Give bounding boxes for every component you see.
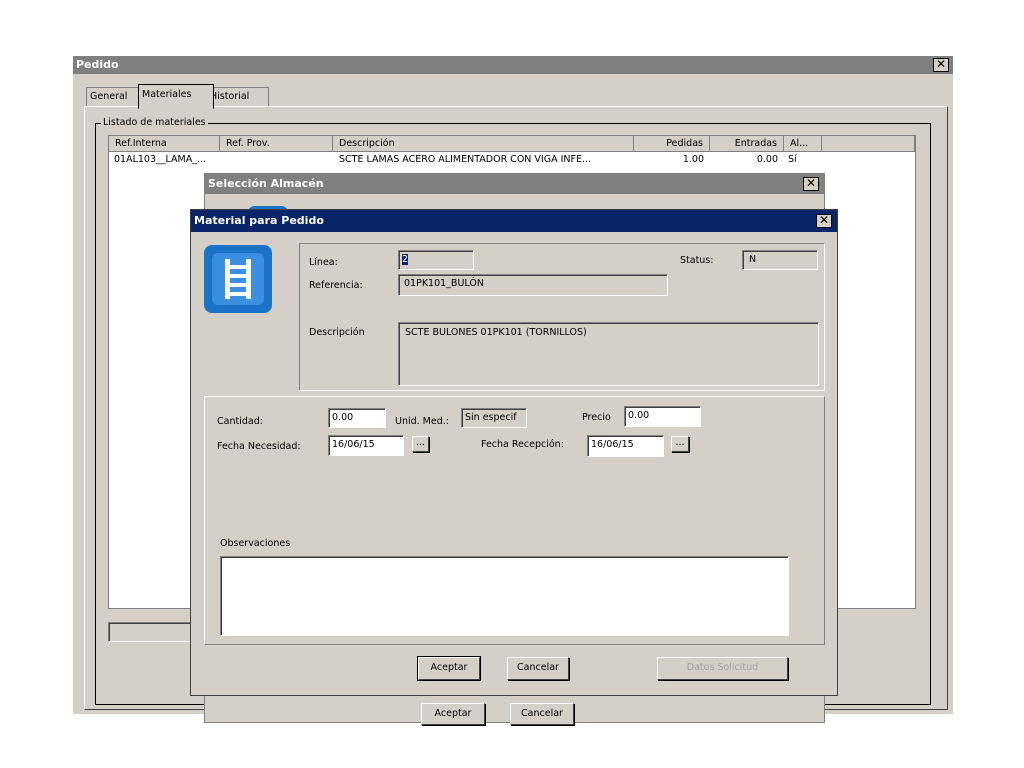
ladder-icon [204, 245, 272, 313]
material-dialog-close-button[interactable]: ✕ [816, 214, 832, 228]
material-dialog-title: Material para Pedido [194, 214, 324, 227]
linea-label: Línea: [309, 257, 338, 268]
table-row[interactable]: 01AL103__LAMA_... SCTE LAMAS ACERO ALIME… [109, 153, 915, 167]
precio-input[interactable]: 0.00 [624, 406, 701, 427]
seleccion-cancelar-button[interactable]: Cancelar [510, 703, 574, 725]
column-header-ref-prov[interactable]: Ref. Prov. [220, 136, 333, 152]
precio-label: Precio [582, 412, 611, 423]
seleccion-cancelar-label: Cancelar [521, 708, 563, 719]
tab-general[interactable]: General [86, 87, 141, 107]
column-header-al[interactable]: Al... [784, 136, 822, 152]
column-header-entradas[interactable]: Entradas [710, 136, 784, 152]
tab-materiales[interactable]: Materiales [138, 84, 214, 109]
status-label: Status: [680, 255, 714, 266]
pedido-tabstrip: General Materiales Historial [86, 84, 286, 109]
unid-med-field[interactable]: Sin especif [461, 408, 527, 428]
unid-med-label: Unid. Med.: [395, 416, 449, 427]
aceptar-button[interactable]: Aceptar [417, 656, 481, 681]
fecha-necesidad-label: Fecha Necesidad: [217, 441, 301, 452]
datos-solicitud-button[interactable]: Datos Solicitud [657, 657, 788, 680]
cell-descripcion: SCTE LAMAS ACERO ALIMENTADOR CON VIGA IN… [339, 154, 592, 165]
column-header-pedidas[interactable]: Pedidas [634, 136, 710, 152]
pedido-titlebar[interactable]: Pedido [73, 56, 953, 74]
fecha-necesidad-picker-button[interactable]: ... [412, 436, 429, 452]
seleccion-aceptar-label: Aceptar [434, 708, 472, 719]
material-detail-panel: Cantidad: 0.00 Unid. Med.: Sin especif P… [204, 396, 825, 645]
seleccion-almacen-title: Selección Almacén [208, 177, 324, 190]
cancelar-button[interactable]: Cancelar [507, 657, 569, 680]
status-field[interactable]: N [742, 250, 818, 270]
pedido-close-button[interactable]: ✕ [933, 58, 949, 72]
observaciones-label: Observaciones [220, 538, 291, 549]
tab-historial[interactable]: Historial [206, 87, 269, 107]
listado-materiales-label: Listado de materiales [101, 117, 208, 129]
seleccion-almacen-close-button[interactable]: ✕ [803, 177, 819, 191]
fecha-recepcion-label: Fecha Recepción: [481, 439, 564, 450]
fecha-recepcion-input[interactable]: 16/06/15 [587, 435, 664, 457]
descripcion-value: SCTE BULONES 01PK101 (TORNILLOS) [405, 327, 587, 338]
pedido-title: Pedido [76, 58, 119, 71]
linea-field[interactable]: 2 [398, 250, 474, 270]
linea-value: 2 [402, 254, 409, 265]
descripcion-label: Descripción [309, 327, 365, 338]
seleccion-aceptar-button[interactable]: Aceptar [421, 703, 485, 725]
referencia-label: Referencia: [309, 280, 363, 291]
material-para-pedido-dialog: Material para Pedido ✕ Línea: 2 Status: … [190, 209, 838, 696]
column-header-ref-interna[interactable]: Ref.Interna [109, 136, 220, 152]
seleccion-almacen-titlebar[interactable]: Selección Almacén [205, 174, 824, 194]
column-header-filler [822, 136, 915, 152]
referencia-field[interactable]: 01PK101_BULÓN [398, 274, 668, 296]
cell-entradas: 0.00 [756, 154, 778, 165]
fecha-necesidad-input[interactable]: 16/06/15 [328, 435, 404, 456]
observaciones-textarea[interactable] [220, 556, 789, 636]
cantidad-input[interactable]: 0.00 [328, 408, 386, 428]
cell-ref-interna: 01AL103__LAMA_... [114, 154, 207, 165]
column-header-descripcion[interactable]: Descripción [333, 136, 634, 152]
descripcion-field[interactable]: SCTE BULONES 01PK101 (TORNILLOS) [398, 322, 819, 386]
fecha-recepcion-picker-button[interactable]: ... [671, 436, 689, 452]
material-dialog-titlebar[interactable]: Material para Pedido [191, 210, 837, 232]
material-info-panel: Línea: 2 Status: N Referencia: 01PK101_B… [299, 243, 825, 391]
cell-al: Sí [788, 154, 797, 165]
cantidad-label: Cantidad: [217, 416, 263, 427]
cell-pedidas: 1.00 [682, 154, 704, 165]
